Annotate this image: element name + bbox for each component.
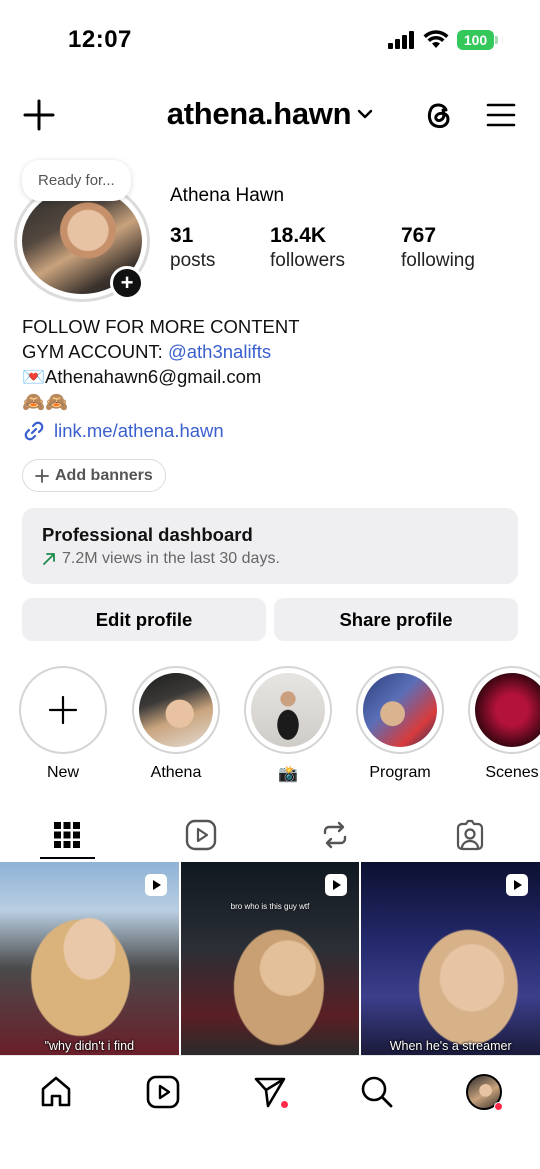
highlight-athena[interactable]: Athena xyxy=(132,666,220,782)
highlight-program[interactable]: Program xyxy=(356,666,444,782)
repost-icon xyxy=(323,821,347,849)
post-caption: bro who is this guy wtf xyxy=(230,902,310,911)
content-tabs xyxy=(0,808,540,862)
nav-direct-messages[interactable] xyxy=(250,1072,290,1112)
followers-stat[interactable]: 18.4K followers xyxy=(270,224,345,272)
dashboard-subtitle-row: 7.2M views in the last 30 days. xyxy=(42,550,498,568)
post-caption: "why didn't i find xyxy=(44,1039,135,1053)
post-caption: When he's a streamer xyxy=(389,1039,512,1053)
edit-profile-button[interactable]: Edit profile xyxy=(22,598,266,641)
highlight-label: New xyxy=(46,764,79,781)
add-banners-button[interactable]: Add banners xyxy=(22,459,166,492)
bio-email: Athenahawn6@gmail.com xyxy=(45,366,262,387)
header-username: athena.hawn xyxy=(166,96,352,131)
bio-line-2: GYM ACCOUNT: @ath3nalifts xyxy=(22,339,300,364)
full-name: Athena Hawn xyxy=(170,185,285,206)
dashboard-title: Professional dashboard xyxy=(42,524,253,545)
plus-icon xyxy=(35,468,49,483)
grid-post[interactable]: "why didn't i find xyxy=(0,862,179,1055)
chevron-down-icon xyxy=(358,109,373,119)
bio-link-text: link.me/athena.hawn xyxy=(54,420,224,441)
threads-icon[interactable] xyxy=(422,98,456,132)
highlight-new-ring xyxy=(19,666,107,754)
reels-icon xyxy=(185,819,217,851)
highlight-scenes[interactable]: Scenes xyxy=(468,666,540,782)
notification-dot xyxy=(494,1102,503,1111)
search-icon xyxy=(361,1076,393,1108)
reels-icon xyxy=(146,1075,180,1109)
highlight-ring xyxy=(132,666,220,754)
status-bar: 12:07 100 xyxy=(0,0,540,80)
posts-label: posts xyxy=(170,250,216,271)
highlight-label: Scenes xyxy=(485,764,539,781)
profile-bio: FOLLOW FOR MORE CONTENT GYM ACCOUNT: @at… xyxy=(22,314,300,443)
profile-header: athena.hawn xyxy=(0,90,540,144)
reel-badge-icon xyxy=(144,874,167,896)
wifi-icon xyxy=(423,30,449,48)
dashboard-subtitle: 7.2M views in the last 30 days. xyxy=(62,550,280,567)
highlight-label: 📸 xyxy=(278,766,298,783)
highlight-ring xyxy=(244,666,332,754)
followers-count: 18.4K xyxy=(270,224,327,247)
bio-line-3: 💌Athenahawn6@gmail.com xyxy=(22,364,300,389)
grid-icon xyxy=(54,822,80,848)
gym-account-mention[interactable]: @ath3nalifts xyxy=(168,341,271,362)
tab-tagged[interactable] xyxy=(443,808,497,862)
highlight-cover xyxy=(139,673,213,747)
bio-link[interactable]: link.me/athena.hawn xyxy=(22,418,300,443)
nav-reels[interactable] xyxy=(143,1072,183,1112)
highlight-camera[interactable]: 📸 xyxy=(244,666,332,784)
envelope-emoji: 💌 xyxy=(22,366,46,387)
highlight-cover xyxy=(251,673,325,747)
plus-icon xyxy=(48,695,78,725)
reel-badge-icon xyxy=(506,874,529,896)
posts-stat[interactable]: 31 posts xyxy=(170,224,215,272)
tagged-person-icon xyxy=(456,819,484,851)
bio-line-4: 🙈🙈 xyxy=(22,391,69,412)
grid-post[interactable]: When he's a streamer xyxy=(361,862,540,1055)
cellular-signal-icon xyxy=(388,31,414,49)
battery-indicator: 100 xyxy=(457,30,498,50)
nav-search[interactable] xyxy=(357,1072,397,1112)
tab-reposts[interactable] xyxy=(308,808,362,862)
highlight-label: Athena xyxy=(150,764,202,781)
posts-grid: "why didn't i find bro who is this guy w… xyxy=(0,862,540,1055)
tab-posts-grid[interactable] xyxy=(40,808,94,862)
bio-line-1: FOLLOW FOR MORE CONTENT xyxy=(22,316,300,337)
following-label: following xyxy=(401,250,475,271)
highlight-ring xyxy=(356,666,444,754)
home-icon xyxy=(41,1076,71,1107)
highlight-cover xyxy=(363,673,437,747)
note-bubble[interactable]: Ready for... xyxy=(22,160,131,201)
status-time: 12:07 xyxy=(68,26,132,53)
account-switcher[interactable]: athena.hawn xyxy=(0,96,540,132)
tab-reels[interactable] xyxy=(174,808,228,862)
add-banners-label: Add banners xyxy=(55,466,153,484)
status-icons: 100 xyxy=(387,30,498,50)
posts-count: 31 xyxy=(170,224,194,247)
notification-dot xyxy=(280,1100,289,1109)
following-stat[interactable]: 767 following xyxy=(401,224,475,272)
professional-dashboard[interactable]: Professional dashboard 7.2M views in the… xyxy=(22,508,518,584)
share-profile-button[interactable]: Share profile xyxy=(274,598,518,641)
grid-post[interactable]: bro who is this guy wtf xyxy=(180,862,360,1055)
bottom-navigation xyxy=(0,1055,540,1169)
highlight-cover xyxy=(475,673,540,747)
nav-profile[interactable] xyxy=(464,1072,504,1112)
highlight-ring xyxy=(468,666,540,754)
bio-gym-label: GYM ACCOUNT: xyxy=(22,341,168,362)
highlight-new[interactable]: New xyxy=(19,666,107,782)
followers-label: followers xyxy=(270,250,345,271)
reel-badge-icon xyxy=(325,874,348,896)
add-story-button[interactable]: + xyxy=(110,266,144,300)
highlight-label: Program xyxy=(369,764,431,781)
trend-up-arrow-icon xyxy=(43,553,55,565)
following-count: 767 xyxy=(401,224,437,247)
nav-home[interactable] xyxy=(36,1072,76,1112)
active-tab-indicator xyxy=(40,857,95,859)
menu-icon[interactable] xyxy=(486,100,516,130)
link-icon xyxy=(24,421,44,440)
